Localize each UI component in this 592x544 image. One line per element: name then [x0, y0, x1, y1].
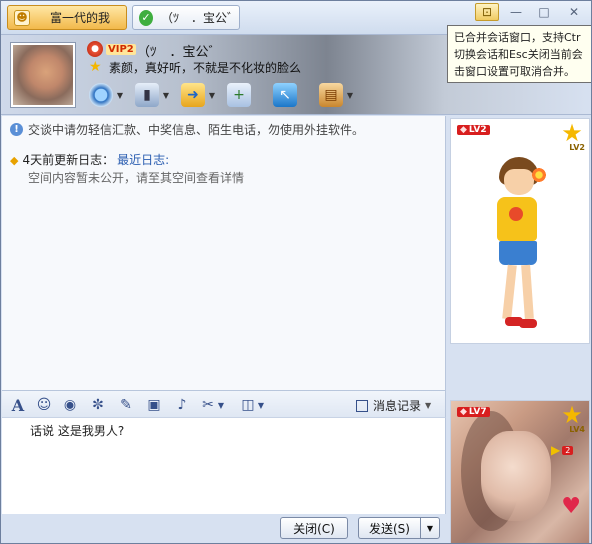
font-icon[interactable]: A	[8, 395, 28, 415]
notice-text: 交谈中请勿轻信汇款、中奖信息、陌生电话，勿使用外挂软件。	[28, 123, 365, 137]
level-text: LV2	[468, 125, 487, 135]
music-icon[interactable]: ♪	[172, 395, 192, 415]
star-level-text: LV2	[569, 143, 585, 152]
image-icon[interactable]: ▣	[144, 395, 164, 415]
app-button[interactable]: ▤	[317, 81, 345, 109]
send-button[interactable]: 发送(S)	[358, 517, 420, 539]
screenshot-scissors-icon[interactable]: ✂	[198, 395, 218, 415]
message-input[interactable]: 话说 这是我男人?	[2, 418, 446, 514]
toolbox-icon[interactable]: ◫	[238, 395, 258, 415]
send-file-button[interactable]: ➜	[179, 81, 207, 109]
level-badge: ◆ LV2	[457, 125, 490, 135]
blog-label: 4天前更新日志：	[22, 153, 115, 167]
online-status-icon: ✓	[139, 9, 153, 26]
input-text: 话说 这是我男人?	[30, 424, 125, 438]
character-face	[504, 169, 534, 195]
heart-icon: ♥	[561, 494, 581, 519]
vip-indicator[interactable]: ● VIP2	[87, 41, 136, 57]
close-button[interactable]: 关闭(C)	[280, 517, 348, 539]
doodle-icon[interactable]: ✎	[116, 395, 136, 415]
speaker-icon: ▶	[551, 443, 561, 457]
webcam-icon	[89, 83, 113, 107]
vip-badge: VIP2	[106, 43, 136, 55]
screen-icon: ↖	[273, 83, 297, 107]
contact-signature: 素颜，真好听，不就是不化妆的脸么	[109, 61, 302, 75]
merge-tooltip: 已合并会话窗口，支持Ctr 切换会话和Esc关闭当前会 击窗口设置可取消合并。	[447, 25, 591, 83]
merge-window-button[interactable]: ⊡	[475, 3, 499, 21]
penguin-icon: ●	[87, 41, 103, 57]
character-leg	[502, 264, 517, 320]
tooltip-line: 已合并会话窗口，支持Ctr	[454, 31, 581, 44]
chat-window: ☻ 富一代的我 ✓ （ﾂ ．宝公゛ ⊡ — □ ✕ 已合并会话窗口，支持Ctr …	[0, 0, 592, 544]
tab-label: 富一代的我	[50, 11, 111, 25]
chevron-down-icon[interactable]: ▼	[256, 395, 266, 415]
contact-show-avatar[interactable]: ◆ LV2 ★ LV2	[450, 118, 590, 344]
sound-badge: 2	[562, 445, 574, 455]
minimize-button[interactable]: —	[504, 3, 528, 21]
blog-description: 空间内容暂未公开，请至其空间查看详情	[28, 171, 245, 185]
chevron-down-icon[interactable]: ▼	[345, 91, 355, 100]
photo-face	[481, 431, 551, 521]
video-call-button[interactable]	[87, 81, 115, 109]
security-notice: ! 交谈中请勿轻信汇款、中奖信息、陌生电话，勿使用外挂软件。	[10, 121, 364, 138]
chevron-down-icon[interactable]: ▼	[115, 91, 125, 100]
tooltip-line: 切换会话和Esc关闭当前会	[454, 48, 583, 61]
character-leg	[521, 264, 534, 320]
my-show-avatar[interactable]: ◆ LV7 ★ LV4 ▶ 2 ♥	[450, 400, 590, 543]
shake-icon[interactable]: ✼	[88, 395, 108, 415]
folder-send-icon: ➜	[181, 83, 205, 107]
tab-current-user[interactable]: ☻ 富一代的我	[7, 5, 127, 30]
avatar[interactable]	[11, 43, 75, 107]
gem-icon: ◆	[460, 125, 467, 135]
blog-update: ◆ 4天前更新日志： 最近日志:	[10, 151, 169, 168]
message-area[interactable]: ! 交谈中请勿轻信汇款、中奖信息、陌生电话，勿使用外挂软件。 ◆ 4天前更新日志：…	[2, 116, 446, 390]
chevron-down-icon[interactable]: ▼	[207, 91, 217, 100]
history-icon	[356, 399, 368, 412]
contact-toolbar: ▼ ▮ ▼ ➜ ▼ + ↖ ▤ ▼	[87, 80, 363, 110]
history-label: 消息记录	[373, 399, 422, 413]
star-icon[interactable]: ★	[89, 60, 103, 74]
character-shoe	[519, 319, 537, 328]
message-history-button[interactable]: 消息记录 ▼	[356, 397, 431, 414]
shield-icon: !	[10, 123, 23, 136]
maximize-button[interactable]: □	[532, 3, 556, 21]
character-shorts	[499, 241, 537, 265]
close-window-button[interactable]: ✕	[562, 3, 586, 21]
shirt-logo	[509, 207, 523, 221]
remote-assist-button[interactable]: ↖	[271, 81, 299, 109]
recent-blog-link[interactable]: 最近日志:	[117, 153, 169, 167]
send-options-button[interactable]: ▼	[420, 517, 440, 539]
magic-face-icon[interactable]: ◉	[60, 395, 80, 415]
emoji-icon[interactable]: ☺	[34, 395, 54, 415]
level-text: LV7	[468, 407, 487, 417]
input-toolbar: A ☺ ◉ ✼ ✎ ▣ ♪ ✂ ▼ ◫ ▼ 消息记录 ▼	[2, 390, 446, 418]
voice-call-button[interactable]: ▮	[133, 81, 161, 109]
tab-contact[interactable]: ✓ （ﾂ ．宝公゛	[132, 5, 240, 30]
app-menu-icon: ▤	[319, 83, 343, 107]
contact-nickname: （ﾂ ．宝公゛	[137, 45, 222, 60]
show-panel: ◆ LV2 ★ LV2 ◆ LV7 ★ LV4 ▶ 2 ♥	[448, 116, 591, 543]
tooltip-line: 击窗口设置可取消合并。	[454, 65, 575, 78]
action-bar: 关闭(C) 发送(S) ▼	[2, 514, 446, 543]
chat-add-icon: +	[227, 83, 251, 107]
cartoon-character	[491, 149, 561, 339]
level-badge: ◆ LV7	[457, 407, 490, 417]
tab-label: （ﾂ ．宝公゛	[160, 11, 239, 25]
chevron-down-icon[interactable]: ▼	[216, 395, 226, 415]
chevron-down-icon[interactable]: ▼	[161, 91, 171, 100]
diamond-icon: ◆	[10, 154, 19, 167]
group-chat-button[interactable]: +	[225, 81, 253, 109]
sound-indicator[interactable]: ▶ 2	[551, 443, 574, 457]
user-icon: ☻	[14, 9, 30, 26]
microphone-icon: ▮	[135, 83, 159, 107]
gem-icon: ◆	[460, 407, 467, 417]
chevron-down-icon: ▼	[425, 401, 432, 410]
flower-icon	[531, 167, 547, 183]
star-level-text: LV4	[569, 425, 585, 434]
